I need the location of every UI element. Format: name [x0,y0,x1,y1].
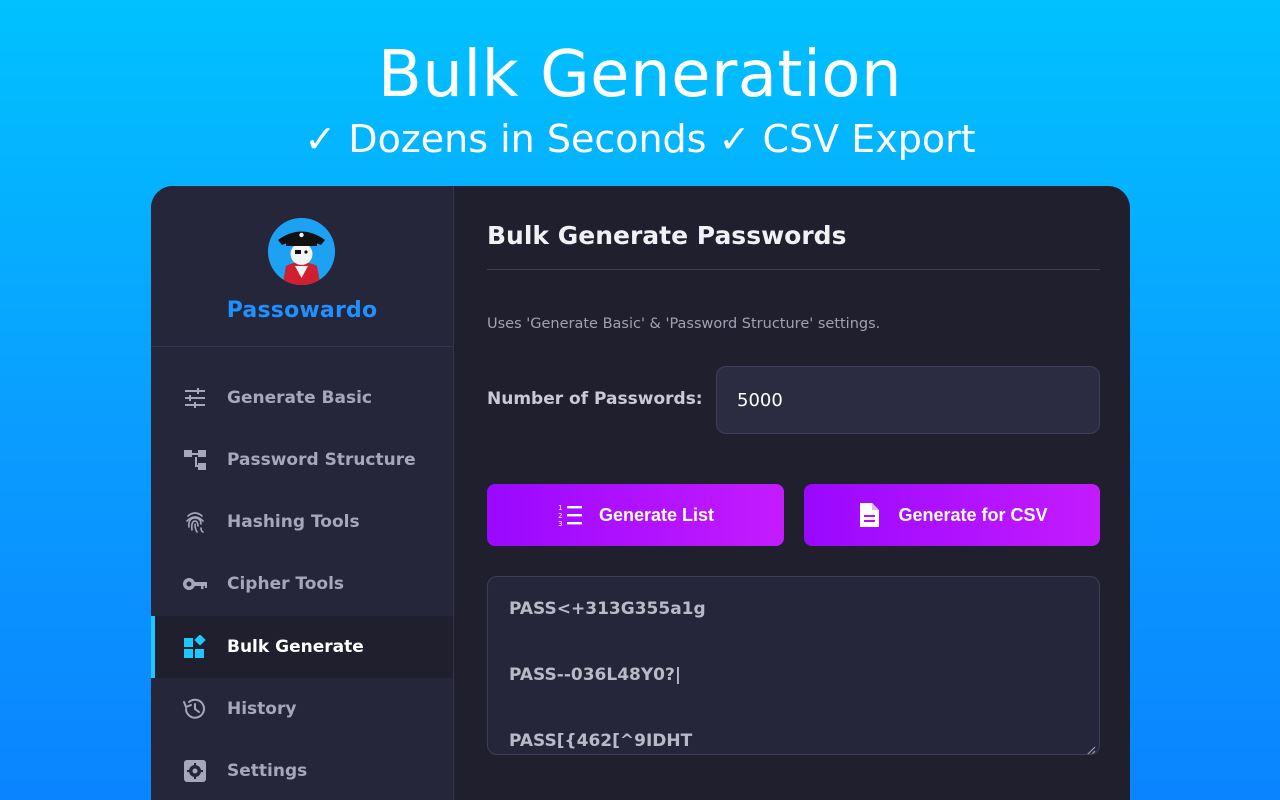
page-title: Bulk Generate Passwords [487,221,847,250]
title-divider [487,269,1100,270]
output-line: PASS[{462[^9IDHT [509,731,693,751]
output-line: PASS<+313G355a1g [509,599,706,619]
password-count-label: Number of Passwords: [487,389,703,409]
password-count-input[interactable] [716,366,1100,434]
svg-text:1: 1 [558,504,562,512]
output-line: PASS--036L48Y0?| [509,665,682,685]
settings-hint: Uses 'Generate Basic' & 'Password Struct… [487,316,881,332]
svg-text:2: 2 [558,512,562,520]
generate-list-button[interactable]: 1 2 3 Generate List [487,484,784,546]
document-icon [856,502,882,528]
numbered-list-icon: 1 2 3 [557,502,583,528]
svg-text:3: 3 [558,520,562,527]
generate-csv-button[interactable]: Generate for CSV [804,484,1100,546]
resize-handle-icon[interactable] [1086,741,1096,754]
hero-title: Bulk Generation [377,38,903,112]
generate-list-label: Generate List [598,504,715,525]
password-output-textarea[interactable]: PASS<+313G355a1g PASS--036L48Y0?| PASS[{… [487,576,1100,755]
generate-csv-label: Generate for CSV [898,504,1048,525]
main-content: Bulk Generate Passwords Uses 'Generate B… [151,186,1130,800]
hero-subtitle: ✓ Dozens in Seconds ✓ CSV Export [304,117,976,161]
